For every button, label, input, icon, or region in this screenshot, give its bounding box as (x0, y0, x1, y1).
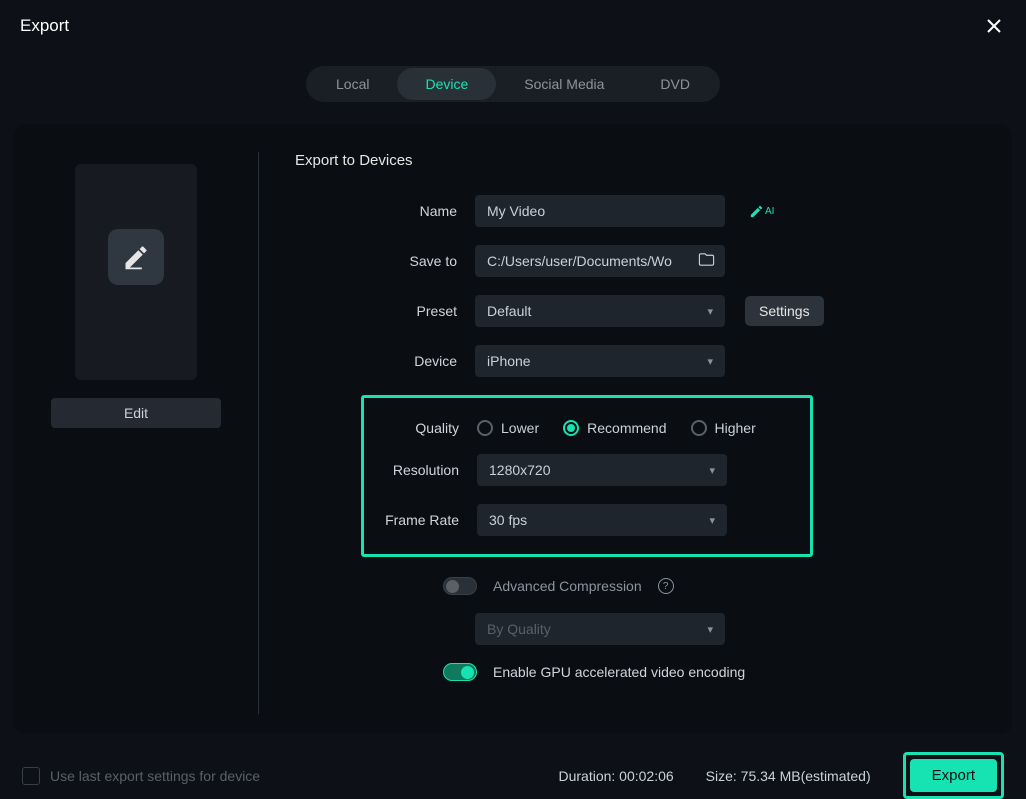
quality-lower-label: Lower (501, 420, 539, 436)
size-info: Size: 75.34 MB(estimated) (706, 768, 871, 784)
resolution-select[interactable]: 1280x720 ▾ (477, 454, 727, 486)
page-title: Export (20, 16, 69, 36)
device-value: iPhone (487, 353, 531, 369)
tab-local[interactable]: Local (308, 68, 397, 100)
question-icon: ? (663, 581, 669, 592)
compression-mode-select[interactable]: By Quality ▾ (475, 613, 725, 645)
section-title: Export to Devices (295, 152, 992, 169)
chevron-down-icon: ▾ (707, 623, 713, 636)
folder-icon (698, 251, 715, 268)
tab-social-media[interactable]: Social Media (496, 68, 632, 100)
ai-rename-button[interactable]: AI (749, 204, 774, 219)
adv-compression-label: Advanced Compression (493, 578, 642, 594)
tab-dvd[interactable]: DVD (632, 68, 718, 100)
gpu-label: Enable GPU accelerated video encoding (493, 664, 745, 680)
chevron-down-icon: ▾ (707, 305, 713, 318)
radio-icon (691, 420, 707, 436)
close-icon (986, 18, 1002, 34)
edit-button[interactable]: Edit (51, 398, 221, 428)
tab-group: Local Device Social Media DVD (306, 66, 720, 102)
adv-compression-toggle[interactable] (443, 577, 477, 595)
radio-icon (477, 420, 493, 436)
device-select[interactable]: iPhone ▾ (475, 345, 725, 377)
preview-thumbnail (75, 164, 197, 380)
remember-checkbox[interactable] (22, 767, 40, 785)
resolution-value: 1280x720 (489, 462, 551, 478)
framerate-select[interactable]: 30 fps ▾ (477, 504, 727, 536)
quality-radio-higher[interactable]: Higher (691, 420, 756, 436)
quality-radio-recommend[interactable]: Recommend (563, 420, 666, 436)
export-button-highlight: Export (903, 752, 1004, 799)
quality-label: Quality (364, 420, 477, 436)
preset-value: Default (487, 303, 531, 319)
help-button[interactable]: ? (658, 578, 674, 594)
saveto-label: Save to (295, 253, 475, 269)
remember-label: Use last export settings for device (50, 768, 260, 784)
duration-info: Duration: 00:02:06 (558, 768, 673, 784)
quality-recommend-label: Recommend (587, 420, 666, 436)
name-input[interactable] (475, 195, 725, 227)
tab-device[interactable]: Device (397, 68, 496, 100)
toggle-knob-icon (446, 580, 459, 593)
radio-icon (563, 420, 579, 436)
compression-mode-value: By Quality (487, 621, 551, 637)
settings-button[interactable]: Settings (745, 296, 824, 326)
preset-select[interactable]: Default ▾ (475, 295, 725, 327)
quality-radio-lower[interactable]: Lower (477, 420, 539, 436)
browse-folder-button[interactable] (698, 251, 715, 273)
chevron-down-icon: ▾ (707, 355, 713, 368)
pencil-ai-icon (749, 204, 764, 219)
chevron-down-icon: ▾ (709, 464, 715, 477)
preset-label: Preset (295, 303, 475, 319)
resolution-label: Resolution (364, 462, 477, 478)
name-label: Name (295, 203, 475, 219)
export-button[interactable]: Export (910, 759, 997, 792)
chevron-down-icon: ▾ (709, 514, 715, 527)
close-button[interactable] (982, 14, 1006, 38)
saveto-input[interactable] (475, 245, 725, 277)
framerate-value: 30 fps (489, 512, 527, 528)
highlighted-settings-group: Quality Lower Recommend Higher (361, 395, 813, 557)
framerate-label: Frame Rate (364, 512, 477, 528)
device-label: Device (295, 353, 475, 369)
pencil-icon (122, 243, 150, 271)
pencil-icon-box (108, 229, 164, 285)
gpu-toggle[interactable] (443, 663, 477, 681)
quality-higher-label: Higher (715, 420, 756, 436)
toggle-knob-icon (461, 666, 474, 679)
